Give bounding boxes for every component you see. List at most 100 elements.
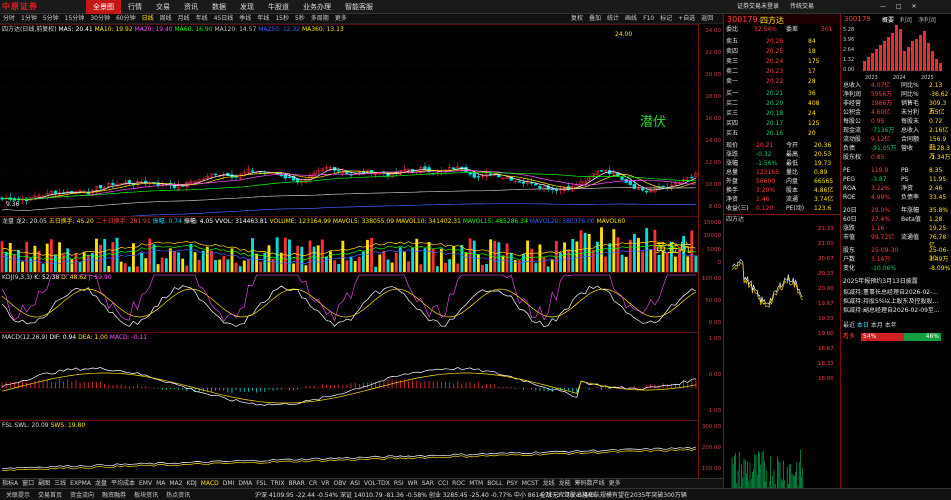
- sentiment-tab-2[interactable]: 本月: [871, 322, 885, 329]
- menu-item-0[interactable]: 全景图: [86, 0, 121, 14]
- period-9[interactable]: 年线: [193, 14, 211, 23]
- window-controls[interactable]: — □ ✕: [880, 0, 921, 14]
- indicator-tab-13[interactable]: DMA: [236, 479, 254, 488]
- menu-item-3[interactable]: 资讯: [177, 0, 205, 14]
- tool-3[interactable]: 画线: [622, 14, 640, 24]
- macd-panel[interactable]: MACD(12,26,9) DIF: 0.94 DEA: 1.00 MACD: …: [0, 332, 698, 420]
- bottom-link-3[interactable]: 融资融券: [98, 490, 130, 499]
- menu-item-2[interactable]: 交易: [149, 0, 177, 14]
- period-11[interactable]: 季线: [236, 14, 254, 23]
- bottom-link-2[interactable]: 资金流向: [66, 490, 98, 499]
- sell-row[interactable]: 卖一 20.22 28: [726, 78, 838, 86]
- fin-tab-1[interactable]: 利润: [897, 15, 915, 24]
- fin-tab-2[interactable]: 净利润: [915, 15, 939, 24]
- buy-row[interactable]: 买一 20.21 36: [726, 90, 838, 98]
- indicator-tab-24[interactable]: SAR: [420, 479, 436, 488]
- indicator-tab-3[interactable]: 三线: [52, 479, 68, 488]
- period-13[interactable]: 15秒: [272, 14, 292, 23]
- indicator-tab-32[interactable]: 龙能: [557, 479, 573, 488]
- indicator-tab-15[interactable]: TRIX: [269, 479, 287, 488]
- indicator-tab-5[interactable]: 龙盘: [93, 479, 109, 488]
- indicator-tab-23[interactable]: WR: [406, 479, 420, 488]
- sentiment-tab-0[interactable]: 最近: [843, 322, 857, 329]
- period-2[interactable]: 5分钟: [40, 14, 62, 23]
- sentiment-tab-3[interactable]: 本年: [885, 322, 897, 329]
- menu-item-4[interactable]: 数据: [205, 0, 233, 14]
- indicator-tab-18[interactable]: VR: [319, 479, 331, 488]
- tool-5[interactable]: 标记: [657, 14, 675, 24]
- indicator-tab-33[interactable]: 筹码数产线: [573, 479, 607, 488]
- period-10[interactable]: 45日线: [211, 14, 237, 23]
- period-14[interactable]: 5秒: [292, 14, 308, 23]
- indicator-tab-20[interactable]: ASI: [348, 479, 362, 488]
- indicator-tab-10[interactable]: KDJ: [184, 479, 198, 488]
- trade-login-link[interactable]: 证券交易未登录: [737, 0, 779, 14]
- fin-tab-0[interactable]: 概要: [879, 15, 897, 24]
- indicator-tab-34[interactable]: 更多: [607, 479, 623, 488]
- menu-item-6[interactable]: 牛股道: [261, 0, 296, 14]
- volume-panel[interactable]: 龙盘 龙2: 20.05 五日换手: 45.20 二十日换手: 281.91 振…: [0, 216, 698, 273]
- menu-item-5[interactable]: 发现: [233, 0, 261, 14]
- indicator-tab-14[interactable]: FSL: [254, 479, 269, 488]
- tool-2[interactable]: 统计: [604, 14, 622, 24]
- indicator-tab-8[interactable]: MA: [154, 479, 167, 488]
- period-3[interactable]: 15分钟: [62, 14, 88, 23]
- indicator-tab-25[interactable]: CCI: [436, 479, 450, 488]
- indicator-tab-29[interactable]: PSY: [505, 479, 520, 488]
- tool-1[interactable]: 叠加: [586, 14, 604, 24]
- period-4[interactable]: 30分钟: [87, 14, 113, 23]
- main-kline-panel[interactable]: 四方达(日线,前复权) MA5: 20.41 MA10: 19.92 MA20:…: [0, 24, 698, 217]
- indicator-tab-7[interactable]: EMV: [137, 479, 154, 488]
- period-0[interactable]: 分时: [0, 14, 18, 23]
- tool-7[interactable]: 返回: [698, 14, 716, 24]
- tool-0[interactable]: 复权: [568, 14, 586, 24]
- indicator-tab-21[interactable]: VOL-TDX: [362, 479, 392, 488]
- period-8[interactable]: 月线: [175, 14, 193, 23]
- period-7[interactable]: 周线: [157, 14, 175, 23]
- tool-4[interactable]: F10: [640, 14, 657, 24]
- period-6[interactable]: 日线: [139, 14, 157, 23]
- indicator-tab-31[interactable]: 龙线: [541, 479, 557, 488]
- buy-row[interactable]: 买四 20.17 125: [726, 120, 838, 128]
- tool-6[interactable]: +自选: [675, 14, 698, 24]
- period-5[interactable]: 60分钟: [113, 14, 139, 23]
- indicator-tab-30[interactable]: MCST: [520, 479, 541, 488]
- reduce-holding-news[interactable]: 拟减持:持股5%以上股东及控股股...: [843, 298, 951, 306]
- indicator-tab-12[interactable]: DMI: [221, 479, 237, 488]
- sell-row[interactable]: 卖二 20.23 17: [726, 68, 838, 76]
- indicator-tab-6[interactable]: 平均成本: [109, 479, 137, 488]
- sell-row[interactable]: 卖四 20.25 18: [726, 48, 838, 56]
- buy-row[interactable]: 买三 20.18 24: [726, 110, 838, 118]
- bottom-link-0[interactable]: 关联提示: [2, 490, 34, 499]
- buy-row[interactable]: 买二 20.20 408: [726, 100, 838, 108]
- period-1[interactable]: 1分钟: [18, 14, 40, 23]
- indicator-tab-9[interactable]: MA2: [167, 479, 184, 488]
- sell-row[interactable]: 卖五 20.26 84: [726, 38, 838, 46]
- news-ticker[interactable]: 全球无人驾驶出租车队规模有望在2035年突破300万辆: [540, 490, 687, 499]
- indicator-tab-11[interactable]: MACD: [199, 479, 221, 488]
- indicator-tab-17[interactable]: CR: [307, 479, 319, 488]
- fsl-panel[interactable]: FSL SWL: 20.09 SWS: 19.80: [0, 420, 698, 478]
- indicator-tab-26[interactable]: ROC: [450, 479, 467, 488]
- period-12[interactable]: 年线: [254, 14, 272, 23]
- indicator-tab-1[interactable]: 窗口: [20, 479, 36, 488]
- period-16[interactable]: 更多: [332, 14, 350, 23]
- sell-row[interactable]: 卖三 20.24 175: [726, 58, 838, 66]
- indicator-tab-19[interactable]: OBV: [331, 479, 348, 488]
- menu-item-1[interactable]: 行情: [121, 0, 149, 14]
- indicator-tab-2[interactable]: 副图: [36, 479, 52, 488]
- sentiment-tab-1[interactable]: 本日: [857, 322, 871, 329]
- reduce-holding-news[interactable]: 拟减持:副总经理自2026-02-09至...: [843, 307, 951, 315]
- period-15[interactable]: 多周期: [308, 14, 332, 23]
- indicator-tab-16[interactable]: BRAR: [287, 479, 307, 488]
- indicator-tab-4[interactable]: EXPMA: [68, 479, 93, 488]
- report-date-news[interactable]: 2025年报预约3月13日披露: [843, 278, 951, 286]
- indicator-tab-22[interactable]: RSI: [392, 479, 406, 488]
- menu-item-8[interactable]: 智能客服: [338, 0, 380, 14]
- indicator-tab-0[interactable]: 指标A: [0, 479, 20, 488]
- indicator-tab-27[interactable]: MTM: [467, 479, 485, 488]
- indicator-tab-28[interactable]: BOLL: [485, 479, 504, 488]
- reduce-holding-news[interactable]: 拟减持:董事长总经理自2026-02-...: [843, 289, 951, 297]
- kdj-panel[interactable]: KDJ(9,3,3) K: 52.38 D: 48.62 J: 59.90: [0, 272, 698, 332]
- menu-item-7[interactable]: 业务办理: [296, 0, 338, 14]
